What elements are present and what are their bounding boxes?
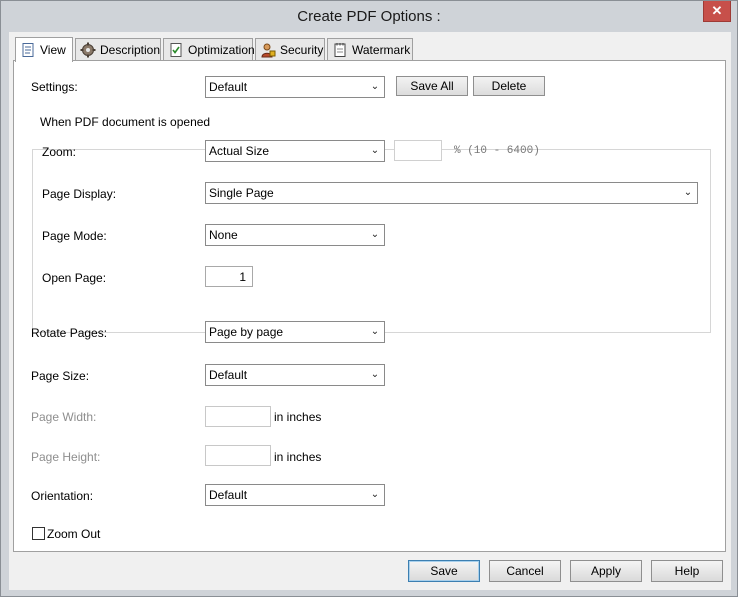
zoom-percent-input[interactable] <box>394 140 442 161</box>
cancel-button[interactable]: Cancel <box>489 560 561 582</box>
page-height-input[interactable] <box>205 445 271 466</box>
page-width-input[interactable] <box>205 406 271 427</box>
page-height-unit: in inches <box>274 450 322 464</box>
save-all-button[interactable]: Save All <box>396 76 468 96</box>
rotate-pages-label: Rotate Pages: <box>31 326 108 340</box>
tab-description-label: Description <box>100 42 161 57</box>
pdf-opened-group-caption: When PDF document is opened <box>38 115 213 129</box>
zoom-label: Zoom: <box>42 145 77 159</box>
save-button[interactable]: Save <box>408 560 480 582</box>
close-icon: ✕ <box>711 3 723 18</box>
page-size-label: Page Size: <box>31 369 90 383</box>
create-pdf-options-window: Create PDF Options : ✕ View Description … <box>0 0 738 597</box>
page-width-label: Page Width: <box>31 410 97 424</box>
orientation-label: Orientation: <box>31 489 94 503</box>
rotate-pages-select[interactable]: Page by page ⌄ <box>205 321 385 343</box>
gear-icon <box>80 42 96 58</box>
tab-watermark[interactable]: Watermark <box>327 38 413 60</box>
notepad-icon <box>332 42 348 58</box>
orientation-select-value: Default <box>209 488 248 502</box>
settings-label: Settings: <box>31 80 78 94</box>
zoom-select-value: Actual Size <box>209 144 270 158</box>
open-page-label: Open Page: <box>42 271 107 285</box>
chevron-down-icon: ⌄ <box>370 326 380 337</box>
delete-button[interactable]: Delete <box>473 76 545 96</box>
view-tab-panel: Settings: Default ⌄ Save All Delete When… <box>13 60 726 552</box>
tab-description[interactable]: Description <box>75 38 161 60</box>
tab-optimization-label: Optimization <box>188 42 255 57</box>
page-width-unit: in inches <box>274 410 322 424</box>
rotate-pages-select-value: Page by page <box>209 325 284 339</box>
orientation-select[interactable]: Default ⌄ <box>205 484 385 506</box>
zoom-range-hint: % (10 - 6400) <box>454 145 540 157</box>
chevron-down-icon: ⌄ <box>370 81 380 92</box>
page-size-select-value: Default <box>209 368 248 382</box>
help-button[interactable]: Help <box>651 560 723 582</box>
page-display-select[interactable]: Single Page ⌄ <box>205 182 698 204</box>
chevron-down-icon: ⌄ <box>683 187 693 198</box>
page-mode-label: Page Mode: <box>42 229 107 243</box>
window-title: Create PDF Options : <box>297 8 441 25</box>
page-mode-select-value: None <box>209 228 238 242</box>
settings-select[interactable]: Default ⌄ <box>205 76 385 98</box>
close-button[interactable]: ✕ <box>703 1 731 22</box>
chevron-down-icon: ⌄ <box>370 145 380 156</box>
page-size-select[interactable]: Default ⌄ <box>205 364 385 386</box>
document-icon <box>20 42 36 58</box>
tab-watermark-label: Watermark <box>352 42 411 57</box>
chevron-down-icon: ⌄ <box>370 489 380 500</box>
zoom-select[interactable]: Actual Size ⌄ <box>205 140 385 162</box>
apply-button[interactable]: Apply <box>570 560 642 582</box>
page-mode-select[interactable]: None ⌄ <box>205 224 385 246</box>
page-display-select-value: Single Page <box>209 186 274 200</box>
settings-select-value: Default <box>209 80 248 94</box>
zoom-out-label[interactable]: Zoom Out <box>47 527 100 541</box>
tab-security[interactable]: Security <box>255 38 325 60</box>
chevron-down-icon: ⌄ <box>370 369 380 380</box>
page-display-label: Page Display: <box>42 187 117 201</box>
user-lock-icon <box>260 42 276 58</box>
chevron-down-icon: ⌄ <box>370 229 380 240</box>
tab-view-label: View <box>40 43 66 57</box>
checklist-icon <box>168 42 184 58</box>
title-bar[interactable]: Create PDF Options : ✕ <box>1 1 737 32</box>
open-page-input[interactable]: 1 <box>205 266 253 287</box>
zoom-out-checkbox[interactable] <box>32 527 45 540</box>
dialog-body: View Description Optimization Security W… <box>9 32 731 590</box>
tab-security-label: Security <box>280 42 324 57</box>
tab-optimization[interactable]: Optimization <box>163 38 255 60</box>
page-height-label: Page Height: <box>31 450 101 464</box>
tab-view[interactable]: View <box>15 37 73 62</box>
